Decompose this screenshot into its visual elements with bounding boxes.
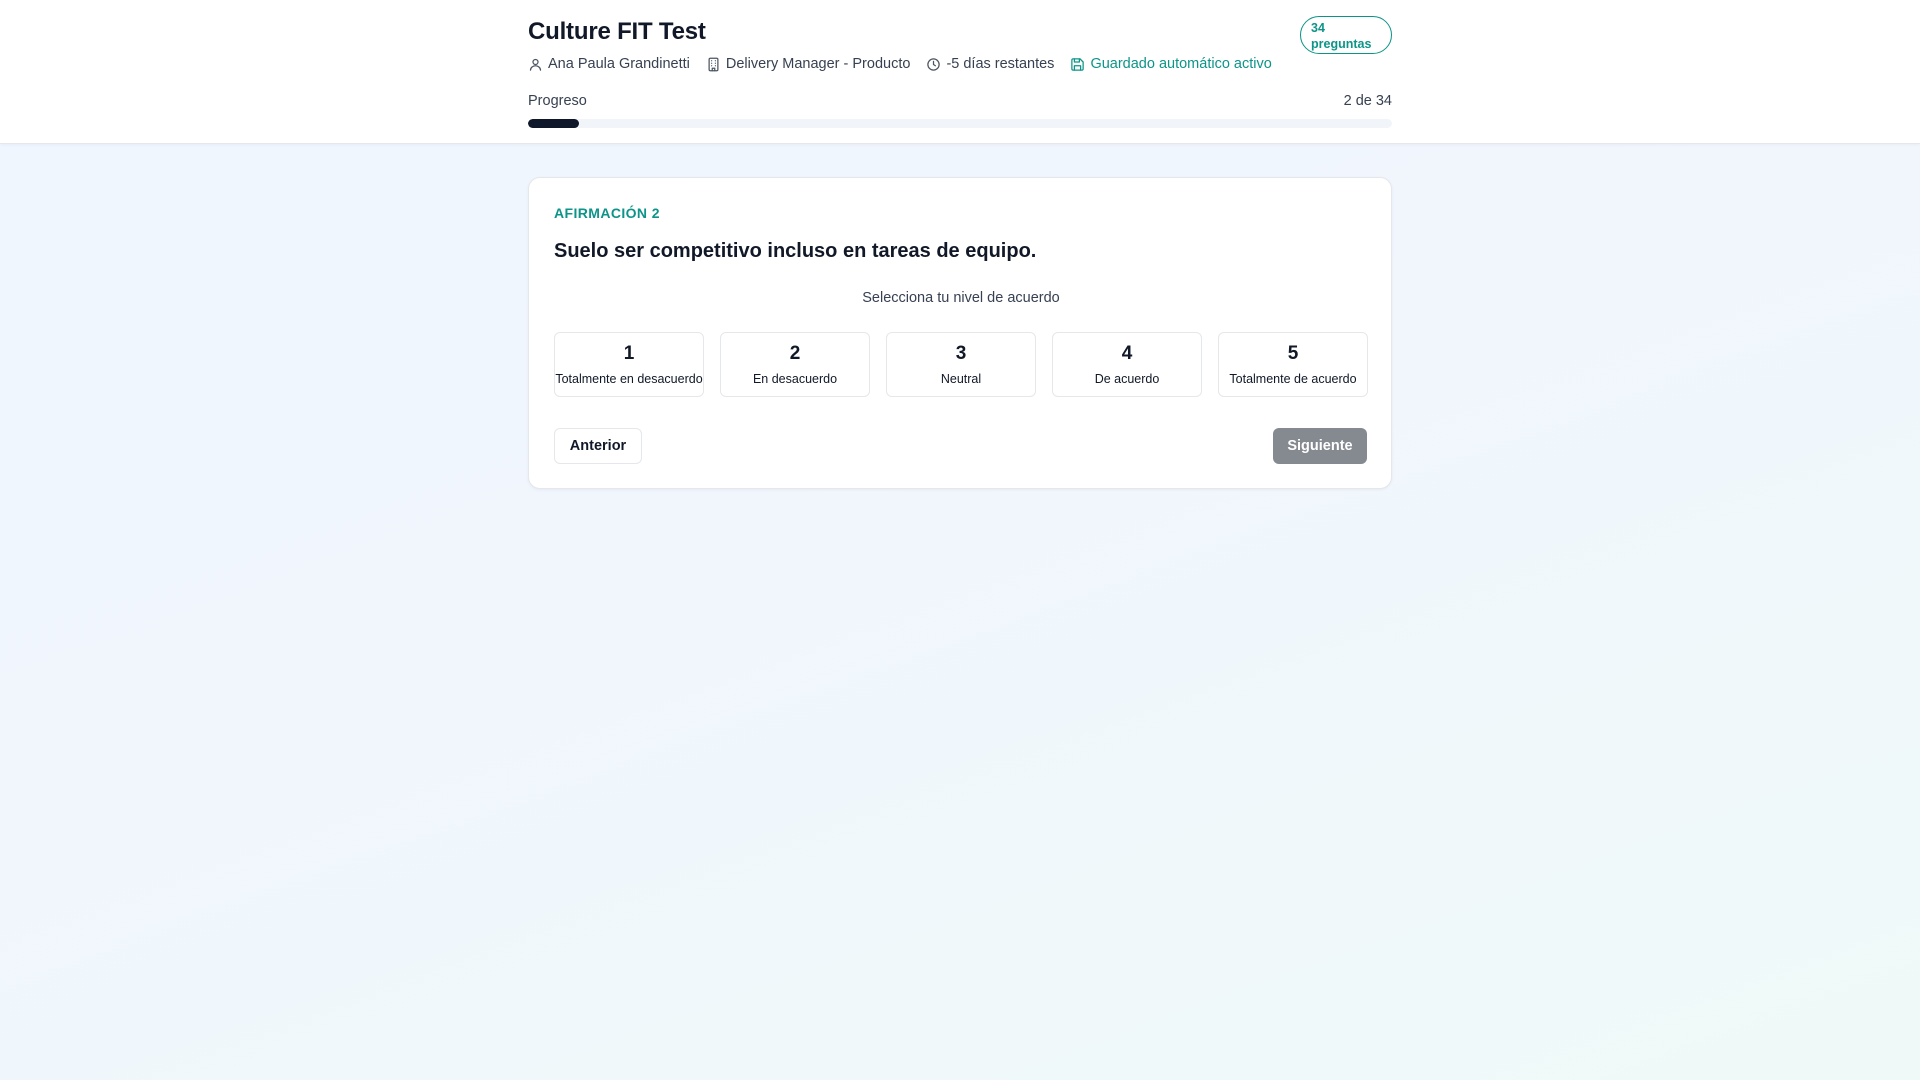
scale-option-1[interactable]: 1 Totalmente en desacuerdo: [554, 332, 704, 397]
meta-autosave: Guardado automático activo: [1070, 56, 1272, 72]
option-value: 5: [1287, 343, 1299, 364]
option-label: En desacuerdo: [752, 372, 838, 386]
building-icon: [708, 57, 719, 71]
meta-user: Ana Paula Grandinetti: [528, 56, 690, 72]
questions-count-badge: 34 preguntas: [1300, 16, 1392, 54]
header-container: Culture FIT Test 34 preguntas Ana Paula …: [528, 0, 1392, 144]
scale-option-4[interactable]: 4 De acuerdo: [1052, 332, 1202, 397]
option-label: Totalmente en desacuerdo: [555, 372, 703, 386]
scale-option-2[interactable]: 2 En desacuerdo: [720, 332, 870, 397]
meta-time-left-text: -5 días restantes: [946, 56, 1055, 72]
option-value: 3: [955, 343, 967, 364]
clock-icon: [927, 57, 941, 71]
save-icon: [1071, 57, 1085, 71]
meta-time-left: -5 días restantes: [926, 56, 1054, 72]
progress-bar: [528, 119, 1392, 128]
page-header: Culture FIT Test 34 preguntas Ana Paula …: [0, 0, 1920, 144]
option-value: 2: [789, 343, 801, 364]
page-title: Culture FIT Test: [528, 18, 706, 45]
progress-label: Progreso: [528, 93, 587, 109]
scale-option-3[interactable]: 3 Neutral: [886, 332, 1036, 397]
statement-number: AFIRMACIÓN 2: [554, 205, 660, 221]
agreement-scale: 1 Totalmente en desacuerdo 2 En desacuer…: [554, 332, 1368, 397]
meta-role-text: Delivery Manager - Producto: [725, 56, 911, 72]
meta-autosave-text: Guardado automático activo: [1090, 56, 1272, 72]
previous-button[interactable]: Anterior: [554, 428, 642, 464]
option-label: Totalmente de acuerdo: [1229, 372, 1357, 386]
meta-row: Ana Paula Grandinetti Delivery Manager -…: [528, 56, 1272, 72]
question-card: AFIRMACIÓN 2 Suelo ser competitivo inclu…: [528, 177, 1392, 489]
next-button[interactable]: Siguiente: [1273, 428, 1367, 464]
meta-role: Delivery Manager - Producto: [706, 56, 911, 72]
option-value: 1: [623, 343, 635, 364]
option-label: Neutral: [940, 372, 982, 386]
user-icon: [529, 58, 542, 71]
option-value: 4: [1121, 343, 1133, 364]
progress-count: 2 de 34: [1343, 93, 1392, 109]
statement-text: Suelo ser competitivo incluso en tareas …: [554, 240, 1037, 262]
meta-user-name: Ana Paula Grandinetti: [548, 56, 690, 72]
progress-bar-fill: [528, 119, 579, 128]
option-label: De acuerdo: [1094, 372, 1160, 386]
scale-prompt: Selecciona tu nivel de acuerdo: [862, 290, 1060, 306]
scale-option-5[interactable]: 5 Totalmente de acuerdo: [1218, 332, 1368, 397]
